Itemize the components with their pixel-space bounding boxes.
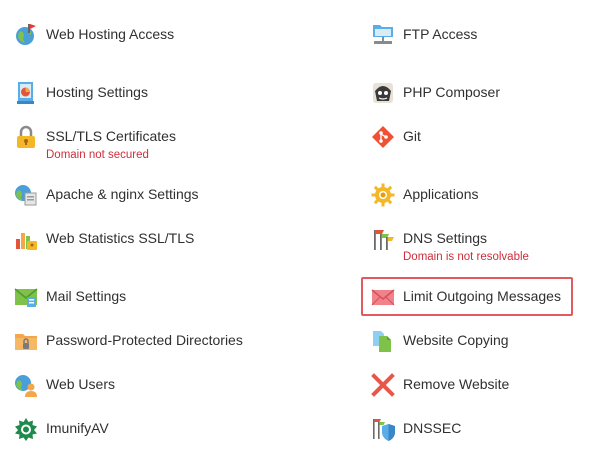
ssl-tls-certificates-text: SSL/TLS Certificates Domain not secured <box>46 125 176 163</box>
limit-outgoing-messages-link[interactable]: Limit Outgoing Messages <box>371 285 561 309</box>
php-composer-icon <box>371 81 395 105</box>
ssl-tls-certificates-label: SSL/TLS Certificates <box>46 128 176 144</box>
ftp-icon <box>371 23 395 47</box>
hosting-settings-icon <box>14 81 38 105</box>
web-hosting-access-link[interactable]: Web Hosting Access <box>14 23 174 47</box>
imunifyav-label: ImunifyAV <box>46 420 109 436</box>
apache-nginx-icon <box>14 183 38 207</box>
dnssec-text: DNSSEC <box>403 417 461 439</box>
dns-settings-link[interactable]: DNS Settings Domain is not resolvable <box>371 227 529 265</box>
password-protected-directories-link[interactable]: Password-Protected Directories <box>14 329 243 353</box>
limit-outgoing-messages-text: Limit Outgoing Messages <box>403 285 561 307</box>
ftp-access-link[interactable]: FTP Access <box>371 23 477 47</box>
copy-documents-icon <box>371 329 395 353</box>
hosting-settings-text: Hosting Settings <box>46 81 148 103</box>
php-composer-label: PHP Composer <box>403 84 501 100</box>
apache-nginx-settings-text: Apache & nginx Settings <box>46 183 199 205</box>
website-copying-text: Website Copying <box>403 329 509 351</box>
web-hosting-access-label: Web Hosting Access <box>46 26 175 42</box>
hosting-settings-label: Hosting Settings <box>46 84 148 100</box>
ssl-tls-certificates-link[interactable]: SSL/TLS Certificates Domain not secured <box>14 125 176 163</box>
imunifyav-text: ImunifyAV <box>46 417 109 439</box>
git-icon <box>371 125 395 149</box>
mail-settings-link[interactable]: Mail Settings <box>14 285 126 309</box>
hosting-settings-link[interactable]: Hosting Settings <box>14 81 148 105</box>
applications-link[interactable]: Applications <box>371 183 479 207</box>
apache-nginx-settings-label: Apache & nginx Settings <box>46 186 199 202</box>
remove-website-label: Remove Website <box>403 376 510 392</box>
envelope-icon <box>371 285 395 309</box>
lock-icon <box>14 125 38 149</box>
web-hosting-access-text: Web Hosting Access <box>46 23 174 45</box>
remove-website-link[interactable]: Remove Website <box>371 373 509 397</box>
remove-website-text: Remove Website <box>403 373 509 395</box>
dns-warning-text: Domain is not resolvable <box>403 251 529 263</box>
dnssec-label: DNSSEC <box>403 420 462 436</box>
limit-outgoing-messages-label: Limit Outgoing Messages <box>403 288 561 304</box>
web-users-icon <box>14 373 38 397</box>
imunifyav-icon <box>14 417 38 441</box>
web-users-link[interactable]: Web Users <box>14 373 115 397</box>
dnssec-shield-icon <box>371 417 395 441</box>
web-statistics-label: Web Statistics SSL/TLS <box>46 230 195 246</box>
dns-settings-text: DNS Settings Domain is not resolvable <box>403 227 529 265</box>
website-copying-label: Website Copying <box>403 332 509 348</box>
protected-folder-icon <box>14 329 38 353</box>
git-label: Git <box>403 128 421 144</box>
dns-settings-label: DNS Settings <box>403 230 488 246</box>
apache-nginx-settings-link[interactable]: Apache & nginx Settings <box>14 183 199 207</box>
dnssec-link[interactable]: DNSSEC <box>371 417 461 441</box>
php-composer-link[interactable]: PHP Composer <box>371 81 500 105</box>
password-protected-directories-text: Password-Protected Directories <box>46 329 243 351</box>
web-users-text: Web Users <box>46 373 115 395</box>
ftp-access-label: FTP Access <box>403 26 478 42</box>
web-users-label: Web Users <box>46 376 115 392</box>
php-composer-text: PHP Composer <box>403 81 500 103</box>
dns-flags-icon <box>371 227 395 251</box>
website-copying-link[interactable]: Website Copying <box>371 329 509 353</box>
ssl-warning-text: Domain not secured <box>46 149 149 161</box>
mail-settings-label: Mail Settings <box>46 288 127 304</box>
web-statistics-text: Web Statistics SSL/TLS <box>46 227 194 249</box>
imunifyav-link[interactable]: ImunifyAV <box>14 417 109 441</box>
git-text: Git <box>403 125 421 147</box>
ftp-access-text: FTP Access <box>403 23 477 45</box>
git-link[interactable]: Git <box>371 125 421 149</box>
applications-text: Applications <box>403 183 479 205</box>
mail-settings-icon <box>14 285 38 309</box>
applications-label: Applications <box>403 186 479 202</box>
globe-user-icon <box>14 23 38 47</box>
gear-icon <box>371 183 395 207</box>
mail-settings-text: Mail Settings <box>46 285 126 307</box>
web-statistics-link[interactable]: Web Statistics SSL/TLS <box>14 227 194 251</box>
statistics-chart-icon <box>14 227 38 251</box>
remove-x-icon <box>371 373 395 397</box>
password-protected-directories-label: Password-Protected Directories <box>46 332 243 348</box>
